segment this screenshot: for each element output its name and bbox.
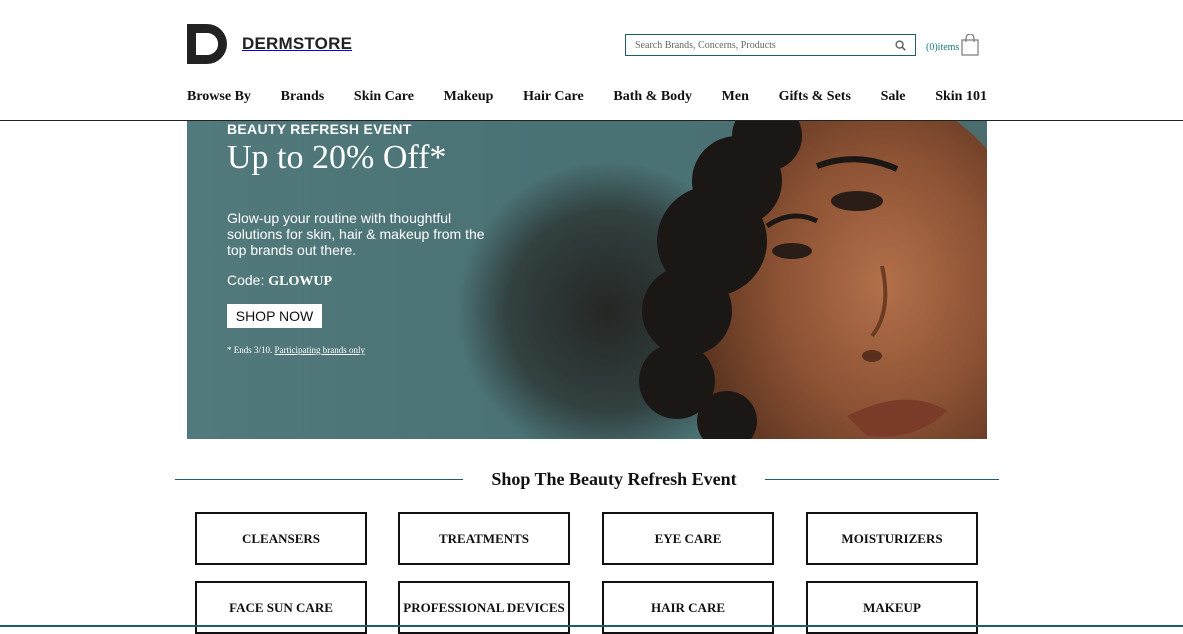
nav-item-hair-care[interactable]: Hair Care — [523, 89, 584, 105]
hero-eyebrow: BEAUTY REFRESH EVENT — [227, 121, 412, 137]
hero-model-image — [639, 121, 987, 439]
main-nav: Browse By Brands Skin Care Makeup Hair C… — [187, 89, 987, 105]
shop-now-button[interactable]: SHOP NOW — [227, 304, 322, 328]
search-icon[interactable] — [893, 38, 907, 52]
category-moisturizers[interactable]: MOISTURIZERS — [806, 512, 978, 565]
cart-link[interactable]: (0)items — [926, 33, 979, 58]
nav-item-sale[interactable]: Sale — [881, 89, 906, 105]
nav-item-gifts-sets[interactable]: Gifts & Sets — [779, 89, 851, 105]
category-treatments[interactable]: TREATMENTS — [398, 512, 570, 565]
promo-code: Code: GLOWUP — [227, 272, 332, 290]
dermstore-logo[interactable]: DERMSTORE — [187, 24, 352, 64]
nav-item-browse-by[interactable]: Browse By — [187, 89, 251, 105]
category-eye-care[interactable]: EYE CARE — [602, 512, 774, 565]
hero-fine-print: * Ends 3/10. Participating brands only — [227, 345, 365, 355]
section-divider-right — [765, 479, 999, 480]
shopping-bag-icon — [961, 33, 979, 56]
section-title: Shop The Beauty Refresh Event — [491, 469, 737, 489]
dermstore-logo-mark-icon — [187, 24, 227, 64]
nav-item-bath-body[interactable]: Bath & Body — [613, 89, 692, 105]
promo-code-value: GLOWUP — [268, 274, 333, 289]
section-divider-left — [175, 479, 463, 480]
nav-item-makeup[interactable]: Makeup — [444, 89, 494, 105]
nav-item-brands[interactable]: Brands — [281, 89, 325, 105]
category-cleansers[interactable]: CLEANSERS — [195, 512, 367, 565]
nav-item-skin-care[interactable]: Skin Care — [354, 89, 414, 105]
nav-item-men[interactable]: Men — [722, 89, 749, 105]
hero-headline: Up to 20% Off* — [227, 139, 447, 176]
promo-code-label: Code: — [227, 272, 265, 288]
hero-description: Glow-up your routine with thoughtful sol… — [227, 210, 485, 258]
search-bar — [625, 34, 916, 56]
nav-item-skin-101[interactable]: Skin 101 — [935, 89, 987, 105]
brand-name: DERMSTORE — [242, 34, 353, 53]
search-input[interactable] — [626, 36, 893, 54]
participating-brands-link[interactable]: Participating brands only — [275, 345, 365, 355]
hero-fine-print-text: * Ends 3/10. — [227, 345, 273, 355]
cart-count: (0)items — [926, 41, 960, 53]
hero-banner[interactable]: BEAUTY REFRESH EVENT Up to 20% Off* Glow… — [187, 121, 987, 439]
